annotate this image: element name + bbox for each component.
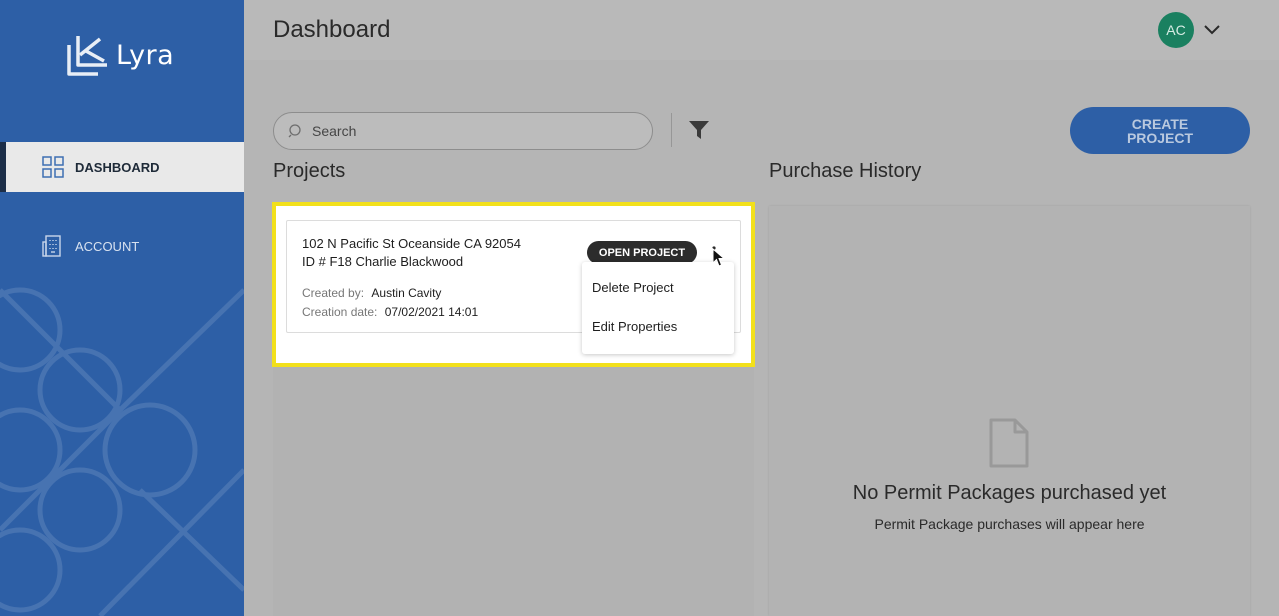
empty-state-subtitle: Permit Package purchases will appear her…	[874, 516, 1145, 532]
page-title: Dashboard	[273, 16, 391, 43]
sidebar-item-dashboard[interactable]: DASHBOARD	[0, 142, 244, 192]
purchase-history-panel	[769, 206, 1250, 616]
mouse-cursor-icon	[712, 248, 726, 267]
lyra-logo-icon	[67, 36, 107, 76]
document-icon	[989, 418, 1029, 468]
sidebar-item-account[interactable]: ACCOUNT	[0, 221, 244, 271]
project-address: 102 N Pacific St Oceanside CA 92054	[302, 236, 521, 251]
delete-project-menu-item[interactable]: Delete Project	[592, 280, 674, 295]
project-context-menu: Delete Project Edit Properties	[582, 262, 734, 354]
creation-date-label: Creation date:	[302, 305, 378, 319]
creation-date-value: 07/02/2021 14:01	[384, 305, 479, 319]
background-pattern	[0, 287, 244, 616]
top-bar: Dashboard AC	[244, 0, 1279, 60]
grid-icon	[42, 156, 64, 178]
search-icon	[288, 124, 301, 138]
created-by: Created by: Austin Cavity	[302, 286, 441, 300]
edit-properties-menu-item[interactable]: Edit Properties	[592, 319, 677, 334]
logo-text: Lyra	[116, 39, 175, 71]
created-by-label: Created by:	[302, 286, 365, 300]
purchase-history-title: Purchase History	[769, 160, 922, 182]
sidebar: Lyra DASHBOARD ACCOUNT	[0, 0, 244, 616]
create-project-button[interactable]: CREATE PROJECT	[1070, 107, 1250, 154]
creation-date: Creation date: 07/02/2021 14:01	[302, 305, 478, 319]
project-address-block: 102 N Pacific St Oceanside CA 92054 ID #…	[302, 235, 521, 271]
sidebar-item-label: DASHBOARD	[75, 159, 160, 175]
created-by-value: Austin Cavity	[371, 286, 442, 300]
project-id: ID # F18 Charlie Blackwood	[302, 254, 464, 269]
lyra-logo[interactable]: Lyra	[66, 33, 174, 77]
toolbar-divider	[671, 113, 672, 147]
chevron-down-icon[interactable]	[1202, 20, 1222, 40]
projects-title: Projects	[273, 160, 346, 182]
sidebar-item-label: ACCOUNT	[75, 238, 140, 254]
building-icon	[42, 235, 61, 257]
open-project-button[interactable]: OPEN PROJECT	[587, 241, 697, 264]
empty-state-title: No Permit Packages purchased yet	[852, 482, 1167, 504]
search-input[interactable]	[312, 123, 632, 139]
avatar[interactable]: AC	[1158, 12, 1194, 48]
search-bar[interactable]	[273, 112, 653, 150]
filter-icon[interactable]	[687, 118, 711, 142]
